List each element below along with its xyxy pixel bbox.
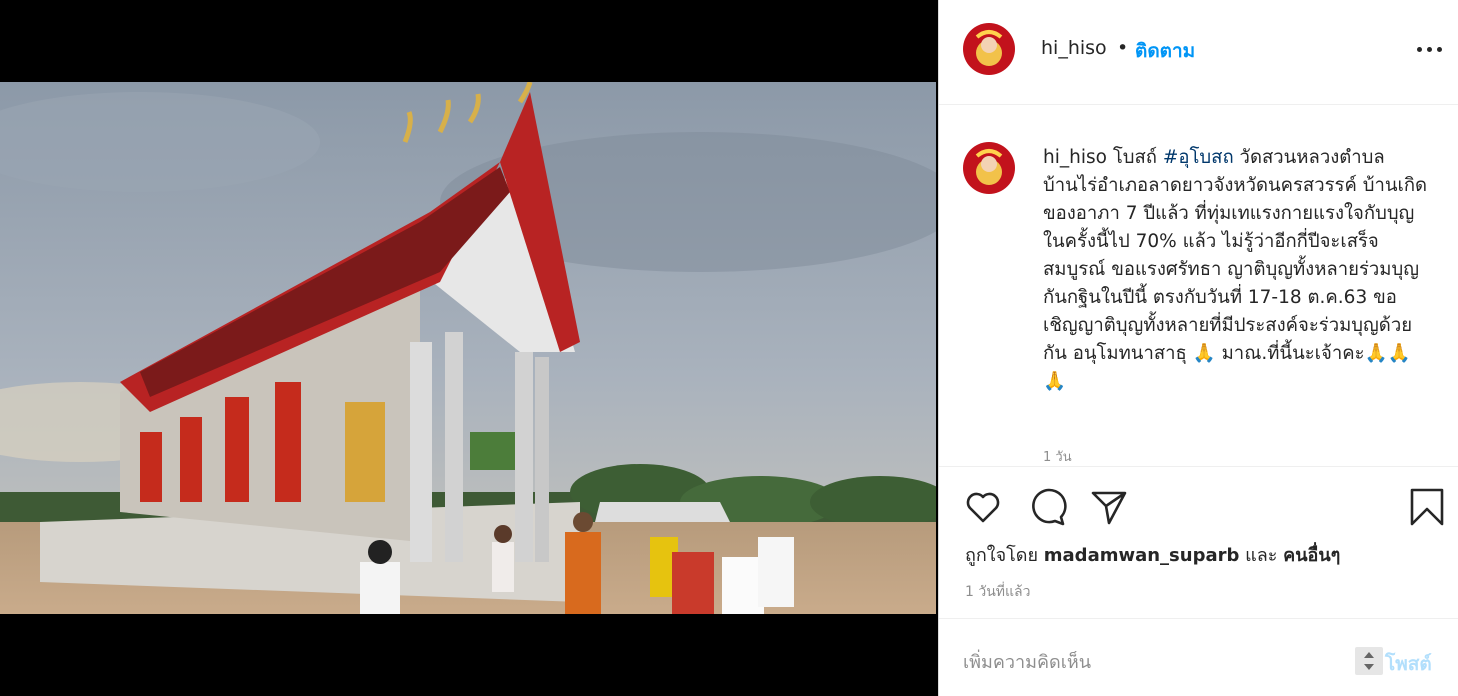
post-photo[interactable] [0,82,936,614]
ellipsis-icon[interactable] [1415,38,1445,60]
post-timestamp[interactable]: 1 วันที่แล้ว [965,581,1030,603]
comment-input[interactable] [963,649,1343,675]
likes-summary: ถูกใจโดย madamwan_suparb และ คนอื่นๆ [965,540,1340,569]
caption-username[interactable]: hi_hiso [1043,147,1107,168]
comments-section: hi_hiso โบสถ์ #อุโบสถ วัดสวนหลวงตำบลบ้าน… [939,106,1458,466]
caption-time[interactable]: 1 วัน [1043,446,1072,466]
likes-joiner: และ [1245,545,1278,566]
caption-text-start: โบสถ์ [1106,147,1163,168]
author-avatar[interactable] [963,23,1015,75]
liker-username[interactable]: madamwan_suparb [1044,545,1240,566]
caption-text: วัดสวนหลวงตำบลบ้านไร่อำเภอลาดยาวจังหวัดน… [1043,147,1428,392]
follow-button[interactable]: ติดตาม [1135,36,1195,66]
author-username[interactable]: hi_hiso [1041,37,1107,59]
likes-others-link[interactable]: คนอื่นๆ [1283,545,1340,566]
comment-bubble-icon[interactable] [1027,487,1067,531]
add-comment-bar: โพสต์ [939,618,1458,696]
temple-photo-illustration [0,82,936,614]
textarea-resize-icon[interactable] [1355,647,1383,675]
separator-dot: • [1117,37,1129,59]
post-sidebar: hi_hiso • ติดตาม hi_hiso โบสถ์ #อุโบสถ ว… [938,0,1458,696]
likes-prefix: ถูกใจโดย [965,545,1039,566]
post-header: hi_hiso • ติดตาม [939,0,1458,105]
post-comment-button[interactable]: โพสต์ [1385,649,1432,679]
caption-author-avatar[interactable] [963,142,1015,194]
post-media [0,0,938,696]
action-bar [939,466,1458,546]
instagram-post-viewer: hi_hiso • ติดตาม hi_hiso โบสถ์ #อุโบสถ ว… [0,0,1458,696]
caption-hashtag[interactable]: #อุโบสถ [1163,147,1234,168]
bookmark-icon[interactable] [1407,487,1447,531]
paper-plane-icon[interactable] [1089,487,1129,531]
heart-icon[interactable] [963,487,1003,531]
post-caption: hi_hiso โบสถ์ #อุโบสถ วัดสวนหลวงตำบลบ้าน… [1043,144,1429,396]
